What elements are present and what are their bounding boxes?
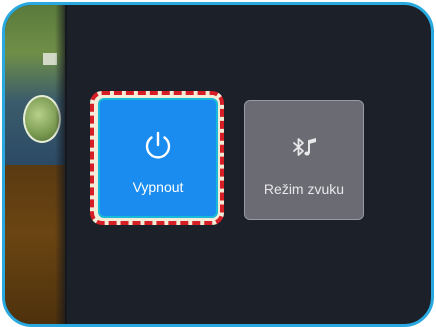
power-icon	[145, 131, 171, 159]
power-off-button[interactable]: Vypnout	[98, 98, 218, 218]
bluetooth-music-icon	[293, 138, 316, 156]
background-shade	[55, 5, 67, 324]
sound-mode-button[interactable]: Režim zvuku	[244, 100, 364, 220]
sound-mode-label: Režim zvuku	[263, 181, 345, 197]
power-off-label: Vypnout	[132, 179, 184, 195]
background-image	[5, 5, 67, 324]
